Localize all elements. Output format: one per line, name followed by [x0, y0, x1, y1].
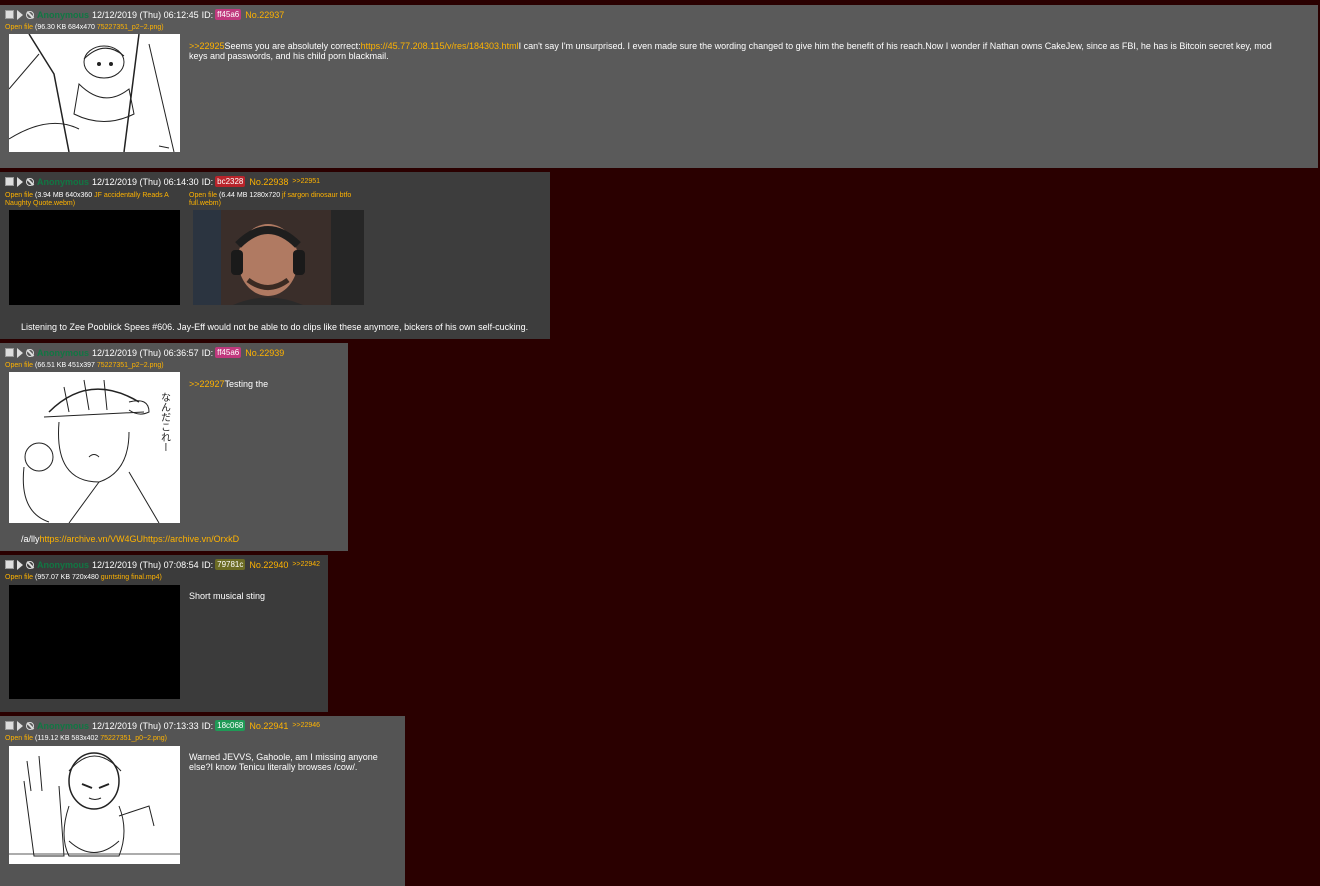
open-file-link[interactable]: Open file: [5, 192, 33, 199]
select-checkbox[interactable]: [5, 348, 14, 357]
post-date: 12/12/2019 (Thu) 06:12:45: [92, 9, 199, 20]
hide-icon[interactable]: [26, 177, 34, 186]
expand-arrow-icon[interactable]: [17, 176, 23, 187]
video-thumbnail[interactable]: [9, 210, 180, 305]
hide-icon[interactable]: [26, 348, 34, 357]
external-link[interactable]: https://45.77.208.115/v/res/184303.html: [361, 41, 519, 51]
poster-name: Anonymous: [37, 9, 90, 20]
post-body: >>22925Seems you are absolutely correct:…: [189, 41, 1289, 61]
select-checkbox[interactable]: [5, 560, 14, 569]
post-body: >>22927Testing the: [189, 379, 339, 389]
poster-name: Anonymous: [37, 559, 90, 570]
select-checkbox[interactable]: [5, 177, 14, 186]
poster-name: Anonymous: [37, 347, 90, 358]
file-name-link[interactable]: guntsting final.mp4): [101, 574, 162, 581]
poster-name: Anonymous: [37, 720, 90, 731]
id-label: ID:: [201, 720, 214, 731]
post-body: Short musical sting: [189, 591, 266, 601]
poster-id-badge[interactable]: 18c068: [215, 720, 246, 731]
post-22939: Anonymous 12/12/2019 (Thu) 06:36:57 ID: …: [0, 343, 348, 551]
open-file-link[interactable]: Open file: [5, 362, 33, 369]
video-thumbnail[interactable]: [9, 585, 180, 699]
open-file-link[interactable]: Open file: [5, 735, 33, 742]
image-thumbnail[interactable]: [9, 34, 180, 152]
id-label: ID:: [201, 559, 214, 570]
post-header: Anonymous 12/12/2019 (Thu) 07:08:54 ID: …: [5, 559, 320, 570]
post-number-link[interactable]: No.22939: [245, 348, 284, 358]
file-info: Open file (3.94 MB 640x360 JF accidental…: [5, 192, 180, 208]
post-date: 12/12/2019 (Thu) 07:13:33: [92, 720, 199, 731]
post-header: Anonymous 12/12/2019 (Thu) 06:12:45 ID: …: [5, 9, 288, 20]
poster-name: Anonymous: [37, 176, 90, 187]
backlink[interactable]: >>22942: [292, 561, 320, 568]
image-thumbnail[interactable]: [9, 746, 180, 864]
post-date: 12/12/2019 (Thu) 07:08:54: [92, 559, 199, 570]
file-name-link[interactable]: 75227351_p2~2.png): [97, 24, 164, 31]
post-header: Anonymous 12/12/2019 (Thu) 07:13:33 ID: …: [5, 720, 320, 731]
file-meta: (3.94 MB 640x360: [34, 192, 93, 199]
open-file-link[interactable]: Open file: [189, 192, 217, 199]
hide-icon[interactable]: [26, 560, 34, 569]
post-date: 12/12/2019 (Thu) 06:36:57: [92, 347, 199, 358]
webcam-frame: [193, 210, 364, 305]
expand-arrow-icon[interactable]: [17, 9, 23, 20]
post-number-link[interactable]: No.22937: [245, 10, 284, 20]
file-meta: (119.12 KB 583x402: [34, 735, 99, 742]
select-checkbox[interactable]: [5, 721, 14, 730]
post-22938: Anonymous 12/12/2019 (Thu) 06:14:30 ID: …: [0, 172, 550, 339]
post-header: Anonymous 12/12/2019 (Thu) 06:36:57 ID: …: [5, 347, 288, 358]
post-number-link[interactable]: No.22938: [249, 177, 288, 187]
post-body: Listening to Zee Pooblick Spees #606. Ja…: [21, 322, 529, 332]
select-checkbox[interactable]: [5, 10, 14, 19]
quote-link[interactable]: >>22925: [189, 41, 225, 51]
open-file-link[interactable]: Open file: [5, 574, 33, 581]
poster-id-badge[interactable]: ff45a6: [215, 9, 242, 20]
file-info: Open file (119.12 KB 583x402 75227351_p0…: [5, 735, 167, 743]
hide-icon[interactable]: [26, 721, 34, 730]
file-meta: (96.30 KB 684x470: [34, 24, 95, 31]
expand-arrow-icon[interactable]: [17, 347, 23, 358]
post-22940: Anonymous 12/12/2019 (Thu) 07:08:54 ID: …: [0, 555, 328, 712]
sketch-drawing: なんだこれー: [22, 379, 171, 523]
post-22937: Anonymous 12/12/2019 (Thu) 06:12:45 ID: …: [0, 5, 1318, 168]
video-thumbnail[interactable]: [193, 210, 364, 305]
backlink[interactable]: >>22951: [292, 178, 320, 185]
post-body-bottom: /a/llyhttps://archive.vn/VW4GUhttps://ar…: [21, 534, 341, 544]
id-label: ID:: [201, 176, 214, 187]
file-name-link[interactable]: 75227351_p2~2.png): [97, 362, 164, 369]
id-label: ID:: [201, 9, 214, 20]
file-meta: (6.44 MB 1280x720: [218, 192, 281, 199]
poster-id-badge[interactable]: bc2328: [215, 176, 246, 187]
file-name-link[interactable]: 75227351_p0~2.png): [100, 735, 167, 742]
sketch-drawing: [9, 752, 180, 857]
post-text: /a/lly: [21, 534, 40, 544]
image-thumbnail[interactable]: なんだこれー: [9, 372, 180, 523]
post-text: Seems you are absolutely correct:: [224, 41, 361, 51]
expand-arrow-icon[interactable]: [17, 720, 23, 731]
post-text: Testing the: [224, 379, 269, 389]
hide-icon[interactable]: [26, 10, 34, 19]
post-header: Anonymous 12/12/2019 (Thu) 06:14:30 ID: …: [5, 176, 320, 187]
svg-text:なんだこれー: なんだこれー: [159, 392, 171, 452]
file-info: Open file (96.30 KB 684x470 75227351_p2~…: [5, 24, 164, 32]
sketch-drawing: [9, 34, 175, 152]
file-info: Open file (6.44 MB 1280x720 jf sargon di…: [189, 192, 364, 208]
open-file-link[interactable]: Open file: [5, 24, 33, 31]
post-body: Warned JEVVS, Gahoole, am I missing anyo…: [189, 752, 378, 772]
file-meta: (957.07 KB 720x480: [34, 574, 99, 581]
post-22941: Anonymous 12/12/2019 (Thu) 07:13:33 ID: …: [0, 716, 405, 886]
backlink[interactable]: >>22946: [292, 722, 320, 729]
expand-arrow-icon[interactable]: [17, 559, 23, 570]
post-date: 12/12/2019 (Thu) 06:14:30: [92, 176, 199, 187]
quote-link[interactable]: >>22927: [189, 379, 225, 389]
file-meta: (66.51 KB 451x397: [34, 362, 95, 369]
file-info: Open file (66.51 KB 451x397 75227351_p2~…: [5, 362, 164, 370]
file-info: Open file (957.07 KB 720x480 guntsting f…: [5, 574, 162, 582]
poster-id-badge[interactable]: 79781c: [215, 559, 246, 570]
post-number-link[interactable]: No.22940: [249, 560, 288, 570]
archive-link[interactable]: https://archive.vn/VW4GUhttps://archive.…: [40, 534, 240, 544]
id-label: ID:: [201, 347, 214, 358]
post-number-link[interactable]: No.22941: [249, 721, 288, 731]
poster-id-badge[interactable]: ff45a6: [215, 347, 242, 358]
